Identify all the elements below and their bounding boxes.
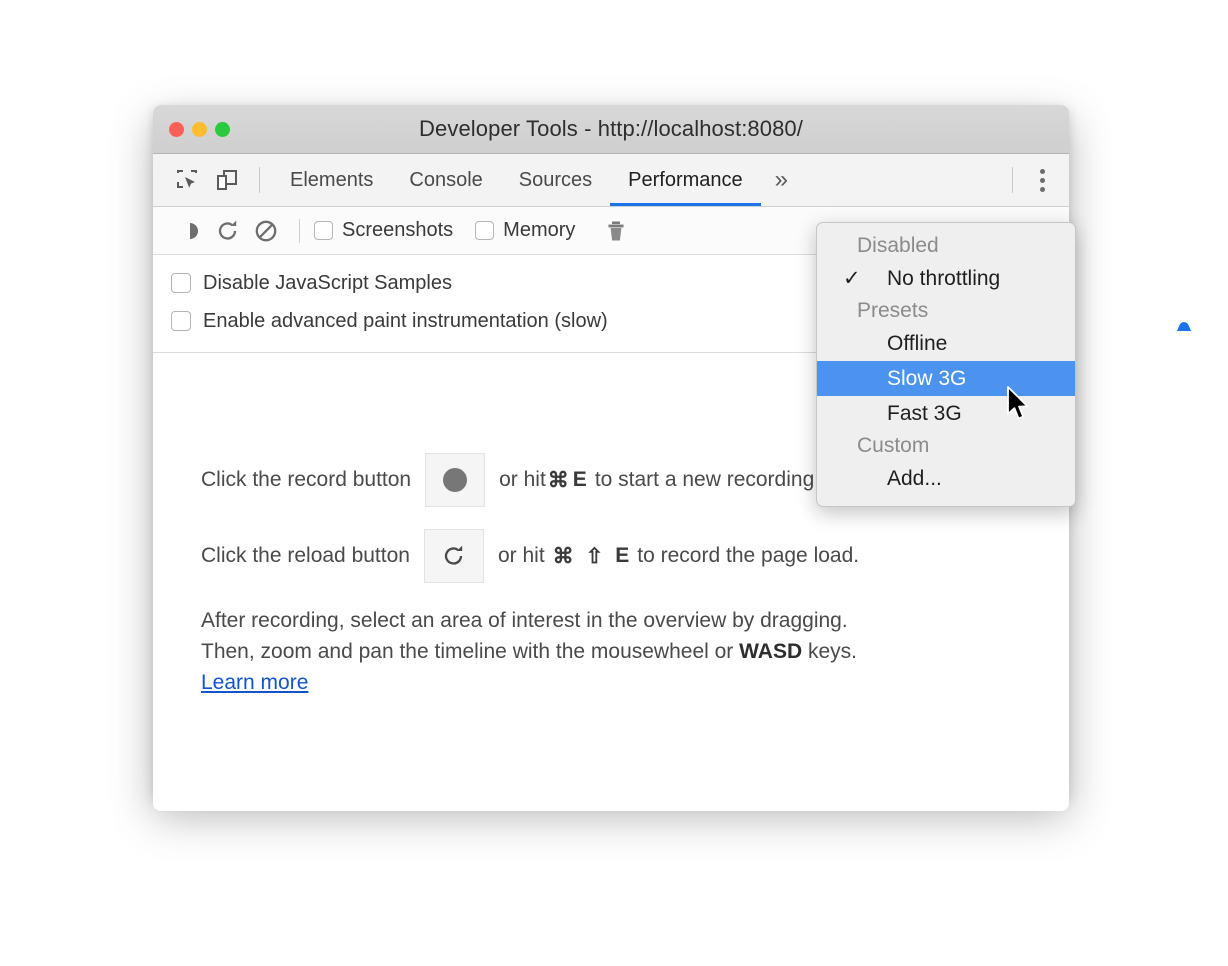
record-dot-icon [443,468,468,492]
reload-button[interactable] [423,529,484,583]
disable-js-samples-checkbox[interactable] [171,273,191,293]
clear-icon[interactable] [247,212,285,250]
reload-instruction-prefix: Click the reload button [201,544,410,567]
devtools-window: Developer Tools - http://localhost:8080/… [153,105,1191,811]
checkbox-box[interactable] [314,221,333,240]
setting-label: Enable advanced paint instrumentation (s… [203,309,608,332]
minimize-button[interactable] [192,121,207,137]
tab-list: Elements Console Sources Performance » [272,154,802,206]
more-tabs-icon[interactable]: » [761,154,802,206]
network-throttling-menu: Disabled ✓ No throttling Presets Offline… [816,222,1076,507]
window-title: Developer Tools - http://localhost:8080/ [419,116,803,141]
settings-active-icon[interactable] [1173,318,1195,331]
tab-label: Console [409,168,483,191]
menu-group-disabled: Disabled [857,234,939,257]
toolbar-divider [259,167,260,193]
key-cmd: ⌘ [552,544,574,568]
reload-record-icon[interactable] [209,212,247,250]
devtools-tabbar: Elements Console Sources Performance » [153,154,1069,207]
window-controls [169,105,230,153]
help-line-2-post: keys. [802,640,857,663]
record-button[interactable] [425,453,486,507]
advanced-paint-checkbox[interactable] [171,311,191,331]
menu-item-label: Slow 3G [887,366,967,390]
screen: Developer Tools - http://localhost:8080/… [0,0,1228,966]
record-icon[interactable] [171,212,209,250]
more-tabs-label: » [774,166,788,193]
overview-help-text: After recording, select an area of inter… [201,605,1069,698]
menu-item-offline[interactable]: Offline [817,326,1075,361]
window-titlebar: Developer Tools - http://localhost:8080/ [153,105,1069,154]
key-letter: E [572,468,587,491]
trash-icon[interactable] [597,212,635,250]
menu-item-label: No throttling [887,266,1001,290]
tab-console[interactable]: Console [391,154,500,206]
key-letter: E [615,544,630,567]
zoom-button[interactable] [215,121,230,137]
tabbar-right-group [1000,154,1059,206]
menu-item-label: Offline [887,331,948,355]
tab-label: Sources [518,168,593,191]
inspect-element-icon[interactable] [167,160,207,200]
screenshots-checkbox[interactable]: Screenshots [314,219,453,242]
menu-item-label: Fast 3G [887,401,962,425]
key-cmd: ⌘ [547,468,569,492]
help-line-1: After recording, select an area of inter… [201,609,848,632]
tab-label: Performance [628,168,743,191]
reload-instruction-line: Click the reload button or hit ⌘ ⇧ E to … [201,529,1069,583]
reload-instruction-suffix: to record the page load. [637,544,860,567]
check-icon: ✓ [843,267,861,290]
menu-item-add[interactable]: Add... [817,461,1075,496]
device-toolbar-icon[interactable] [207,160,247,200]
tab-label: Elements [290,168,374,191]
wasd-keys: WASD [739,640,803,663]
close-button[interactable] [169,121,184,137]
tab-elements[interactable]: Elements [272,154,391,206]
key-shift: ⇧ [585,544,604,568]
checkbox-box[interactable] [475,221,495,240]
checkbox-label: Screenshots [342,219,454,241]
menu-item-no-throttling[interactable]: ✓ No throttling [817,261,1075,296]
reload-icon [444,545,463,565]
learn-more-link[interactable]: Learn more [201,667,308,698]
help-line-2-pre: Then, zoom and pan the timeline with the… [201,640,740,663]
menu-item-fast-3g[interactable]: Fast 3G [817,396,1075,431]
reload-instruction-middle: or hit [497,544,545,567]
record-instruction-middle: or hit [499,468,546,491]
record-instruction-prefix: Click the record button [201,468,412,491]
toolbar-divider [299,218,300,243]
tab-sources[interactable]: Sources [501,154,610,206]
help-line-2: Then, zoom and pan the timeline with the… [201,636,1069,667]
checkbox-label: Memory [503,219,576,241]
record-instruction-suffix: to start a new recording. [594,468,821,491]
kebab-menu-icon[interactable] [1025,168,1059,192]
tab-performance[interactable]: Performance [610,154,761,206]
menu-item-slow-3g[interactable]: Slow 3G [817,361,1075,396]
toolbar-divider [1012,167,1013,193]
setting-label: Disable JavaScript Samples [203,271,452,294]
menu-group-custom: Custom [857,434,930,457]
menu-group-presets: Presets [857,299,929,322]
memory-checkbox[interactable]: Memory [475,219,575,242]
menu-item-label: Add... [887,466,942,490]
